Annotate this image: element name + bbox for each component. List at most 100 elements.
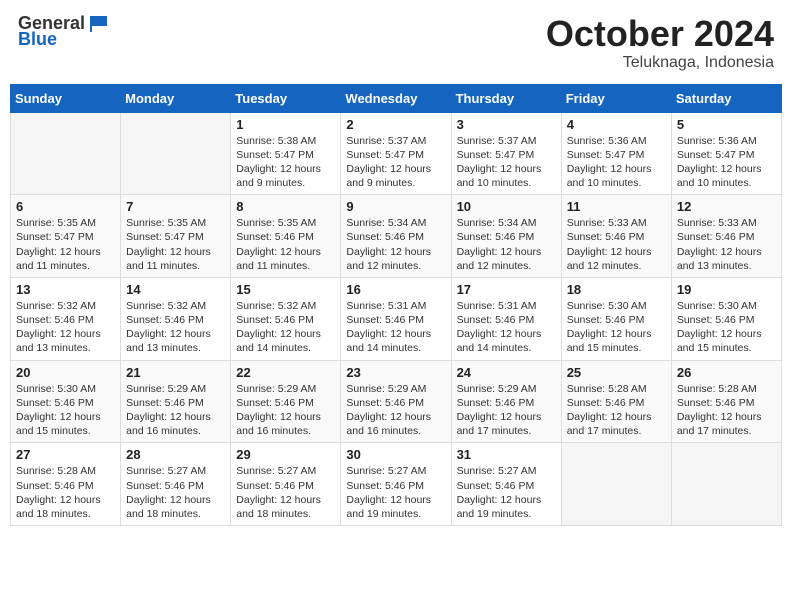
calendar-cell: 25 Sunrise: 5:28 AMSunset: 5:46 PMDayligh… — [561, 360, 671, 443]
day-number: 2 — [346, 117, 446, 132]
day-info: Sunrise: 5:34 AMSunset: 5:46 PMDaylight:… — [346, 216, 446, 273]
day-info: Sunrise: 5:31 AMSunset: 5:46 PMDaylight:… — [457, 299, 557, 356]
day-number: 24 — [457, 365, 557, 380]
day-of-week-sunday: Sunday — [11, 84, 121, 112]
calendar-cell: 18Sunrise: 5:30 AMSunset: 5:46 PMDayligh… — [561, 277, 671, 360]
day-info: Sunrise: 5:29 AMSunset: 5:46 PMDaylight:… — [126, 382, 226, 439]
day-info: Sunrise: 5:33 AMSunset: 5:46 PMDaylight:… — [567, 216, 667, 273]
day-of-week-monday: Monday — [121, 84, 231, 112]
calendar-cell: 16 Sunrise: 5:31 AMSunset: 5:46 PMDayligh… — [341, 277, 451, 360]
day-info: Sunrise: 5:35 AMSunset: 5:46 PMDaylight:… — [236, 216, 336, 273]
day-of-week-wednesday: Wednesday — [341, 84, 451, 112]
calendar-cell: 28Sunrise: 5:27 AMSunset: 5:46 PMDayligh… — [121, 443, 231, 526]
logo-flag-icon — [87, 14, 109, 34]
day-number: 31 — [457, 447, 557, 462]
day-number: 22 — [236, 365, 336, 380]
title-block: October 2024 Teluknaga, Indonesia — [546, 14, 774, 72]
calendar-cell: 11 Sunrise: 5:33 AMSunset: 5:46 PMDayligh… — [561, 195, 671, 278]
calendar-cell: 3Sunrise: 5:37 AMSunset: 5:47 PMDaylight… — [451, 112, 561, 195]
day-number: 6 — [16, 199, 116, 214]
calendar-cell — [11, 112, 121, 195]
day-number: 4 — [567, 117, 667, 132]
calendar-cell: 27Sunrise: 5:28 AMSunset: 5:46 PMDayligh… — [11, 443, 121, 526]
day-of-week-tuesday: Tuesday — [231, 84, 341, 112]
day-info: Sunrise: 5:27 AMSunset: 5:46 PMDaylight:… — [457, 464, 557, 521]
calendar-cell: 15Sunrise: 5:32 AMSunset: 5:46 PMDayligh… — [231, 277, 341, 360]
calendar-cell: 9 Sunrise: 5:34 AMSunset: 5:46 PMDaylight… — [341, 195, 451, 278]
logo: General Blue — [18, 14, 109, 50]
day-number: 23 — [346, 365, 446, 380]
day-info: Sunrise: 5:30 AMSunset: 5:46 PMDaylight:… — [677, 299, 777, 356]
day-number: 9 — [346, 199, 446, 214]
day-number: 5 — [677, 117, 777, 132]
day-info: Sunrise: 5:36 AMSunset: 5:47 PMDaylight:… — [567, 134, 667, 191]
day-info: Sunrise: 5:35 AMSunset: 5:47 PMDaylight:… — [16, 216, 116, 273]
day-number: 21 — [126, 365, 226, 380]
day-number: 8 — [236, 199, 336, 214]
page-header: General Blue October 2024 Teluknaga, Ind… — [10, 10, 782, 76]
day-number: 1 — [236, 117, 336, 132]
calendar-cell: 17 Sunrise: 5:31 AMSunset: 5:46 PMDayligh… — [451, 277, 561, 360]
day-number: 19 — [677, 282, 777, 297]
calendar-cell — [561, 443, 671, 526]
day-number: 17 — [457, 282, 557, 297]
calendar-cell: 4 Sunrise: 5:36 AMSunset: 5:47 PMDaylight… — [561, 112, 671, 195]
calendar-week-row: 20Sunrise: 5:30 AMSunset: 5:46 PMDayligh… — [11, 360, 782, 443]
day-info: Sunrise: 5:29 AMSunset: 5:46 PMDaylight:… — [346, 382, 446, 439]
calendar-cell: 8 Sunrise: 5:35 AMSunset: 5:46 PMDaylight… — [231, 195, 341, 278]
day-info: Sunrise: 5:28 AMSunset: 5:46 PMDaylight:… — [567, 382, 667, 439]
day-number: 26 — [677, 365, 777, 380]
day-info: Sunrise: 5:30 AMSunset: 5:46 PMDaylight:… — [16, 382, 116, 439]
day-info: Sunrise: 5:27 AMSunset: 5:46 PMDaylight:… — [236, 464, 336, 521]
day-number: 29 — [236, 447, 336, 462]
calendar-week-row: 1 Sunrise: 5:38 AMSunset: 5:47 PMDaylight… — [11, 112, 782, 195]
calendar-cell: 2Sunrise: 5:37 AMSunset: 5:47 PMDaylight… — [341, 112, 451, 195]
calendar-cell — [671, 443, 781, 526]
day-number: 3 — [457, 117, 557, 132]
day-info: Sunrise: 5:34 AMSunset: 5:46 PMDaylight:… — [457, 216, 557, 273]
day-info: Sunrise: 5:31 AMSunset: 5:46 PMDaylight:… — [346, 299, 446, 356]
day-number: 16 — [346, 282, 446, 297]
calendar-cell: 22Sunrise: 5:29 AMSunset: 5:46 PMDayligh… — [231, 360, 341, 443]
day-number: 15 — [236, 282, 336, 297]
calendar-cell: 7 Sunrise: 5:35 AMSunset: 5:47 PMDaylight… — [121, 195, 231, 278]
day-info: Sunrise: 5:32 AMSunset: 5:46 PMDaylight:… — [126, 299, 226, 356]
day-info: Sunrise: 5:35 AMSunset: 5:47 PMDaylight:… — [126, 216, 226, 273]
calendar-week-row: 6 Sunrise: 5:35 AMSunset: 5:47 PMDaylight… — [11, 195, 782, 278]
calendar-cell: 26 Sunrise: 5:28 AMSunset: 5:46 PMDayligh… — [671, 360, 781, 443]
day-number: 7 — [126, 199, 226, 214]
calendar-cell: 23 Sunrise: 5:29 AMSunset: 5:46 PMDayligh… — [341, 360, 451, 443]
calendar-header-row: SundayMondayTuesdayWednesdayThursdayFrid… — [11, 84, 782, 112]
day-number: 27 — [16, 447, 116, 462]
day-info: Sunrise: 5:28 AMSunset: 5:46 PMDaylight:… — [677, 382, 777, 439]
calendar-cell — [121, 112, 231, 195]
month-title: October 2024 — [546, 14, 774, 54]
calendar-table: SundayMondayTuesdayWednesdayThursdayFrid… — [10, 84, 782, 526]
logo-blue-text: Blue — [18, 30, 57, 50]
calendar-cell: 20Sunrise: 5:30 AMSunset: 5:46 PMDayligh… — [11, 360, 121, 443]
calendar-cell: 30 Sunrise: 5:27 AMSunset: 5:46 PMDayligh… — [341, 443, 451, 526]
day-number: 11 — [567, 199, 667, 214]
day-number: 13 — [16, 282, 116, 297]
calendar-cell: 10Sunrise: 5:34 AMSunset: 5:46 PMDayligh… — [451, 195, 561, 278]
calendar-cell: 13Sunrise: 5:32 AMSunset: 5:46 PMDayligh… — [11, 277, 121, 360]
calendar-cell: 21 Sunrise: 5:29 AMSunset: 5:46 PMDayligh… — [121, 360, 231, 443]
day-number: 12 — [677, 199, 777, 214]
day-number: 30 — [346, 447, 446, 462]
calendar-cell: 5 Sunrise: 5:36 AMSunset: 5:47 PMDaylight… — [671, 112, 781, 195]
calendar-cell: 29 Sunrise: 5:27 AMSunset: 5:46 PMDayligh… — [231, 443, 341, 526]
day-of-week-friday: Friday — [561, 84, 671, 112]
calendar-cell: 1 Sunrise: 5:38 AMSunset: 5:47 PMDaylight… — [231, 112, 341, 195]
day-number: 25 — [567, 365, 667, 380]
calendar-cell: 14Sunrise: 5:32 AMSunset: 5:46 PMDayligh… — [121, 277, 231, 360]
day-info: Sunrise: 5:38 AMSunset: 5:47 PMDaylight:… — [236, 134, 336, 191]
day-info: Sunrise: 5:27 AMSunset: 5:46 PMDaylight:… — [346, 464, 446, 521]
day-of-week-thursday: Thursday — [451, 84, 561, 112]
day-info: Sunrise: 5:36 AMSunset: 5:47 PMDaylight:… — [677, 134, 777, 191]
day-info: Sunrise: 5:33 AMSunset: 5:46 PMDaylight:… — [677, 216, 777, 273]
day-number: 18 — [567, 282, 667, 297]
calendar-cell: 24 Sunrise: 5:29 AMSunset: 5:46 PMDayligh… — [451, 360, 561, 443]
day-info: Sunrise: 5:29 AMSunset: 5:46 PMDaylight:… — [457, 382, 557, 439]
calendar-cell: 12 Sunrise: 5:33 AMSunset: 5:46 PMDayligh… — [671, 195, 781, 278]
calendar-cell: 31 Sunrise: 5:27 AMSunset: 5:46 PMDayligh… — [451, 443, 561, 526]
